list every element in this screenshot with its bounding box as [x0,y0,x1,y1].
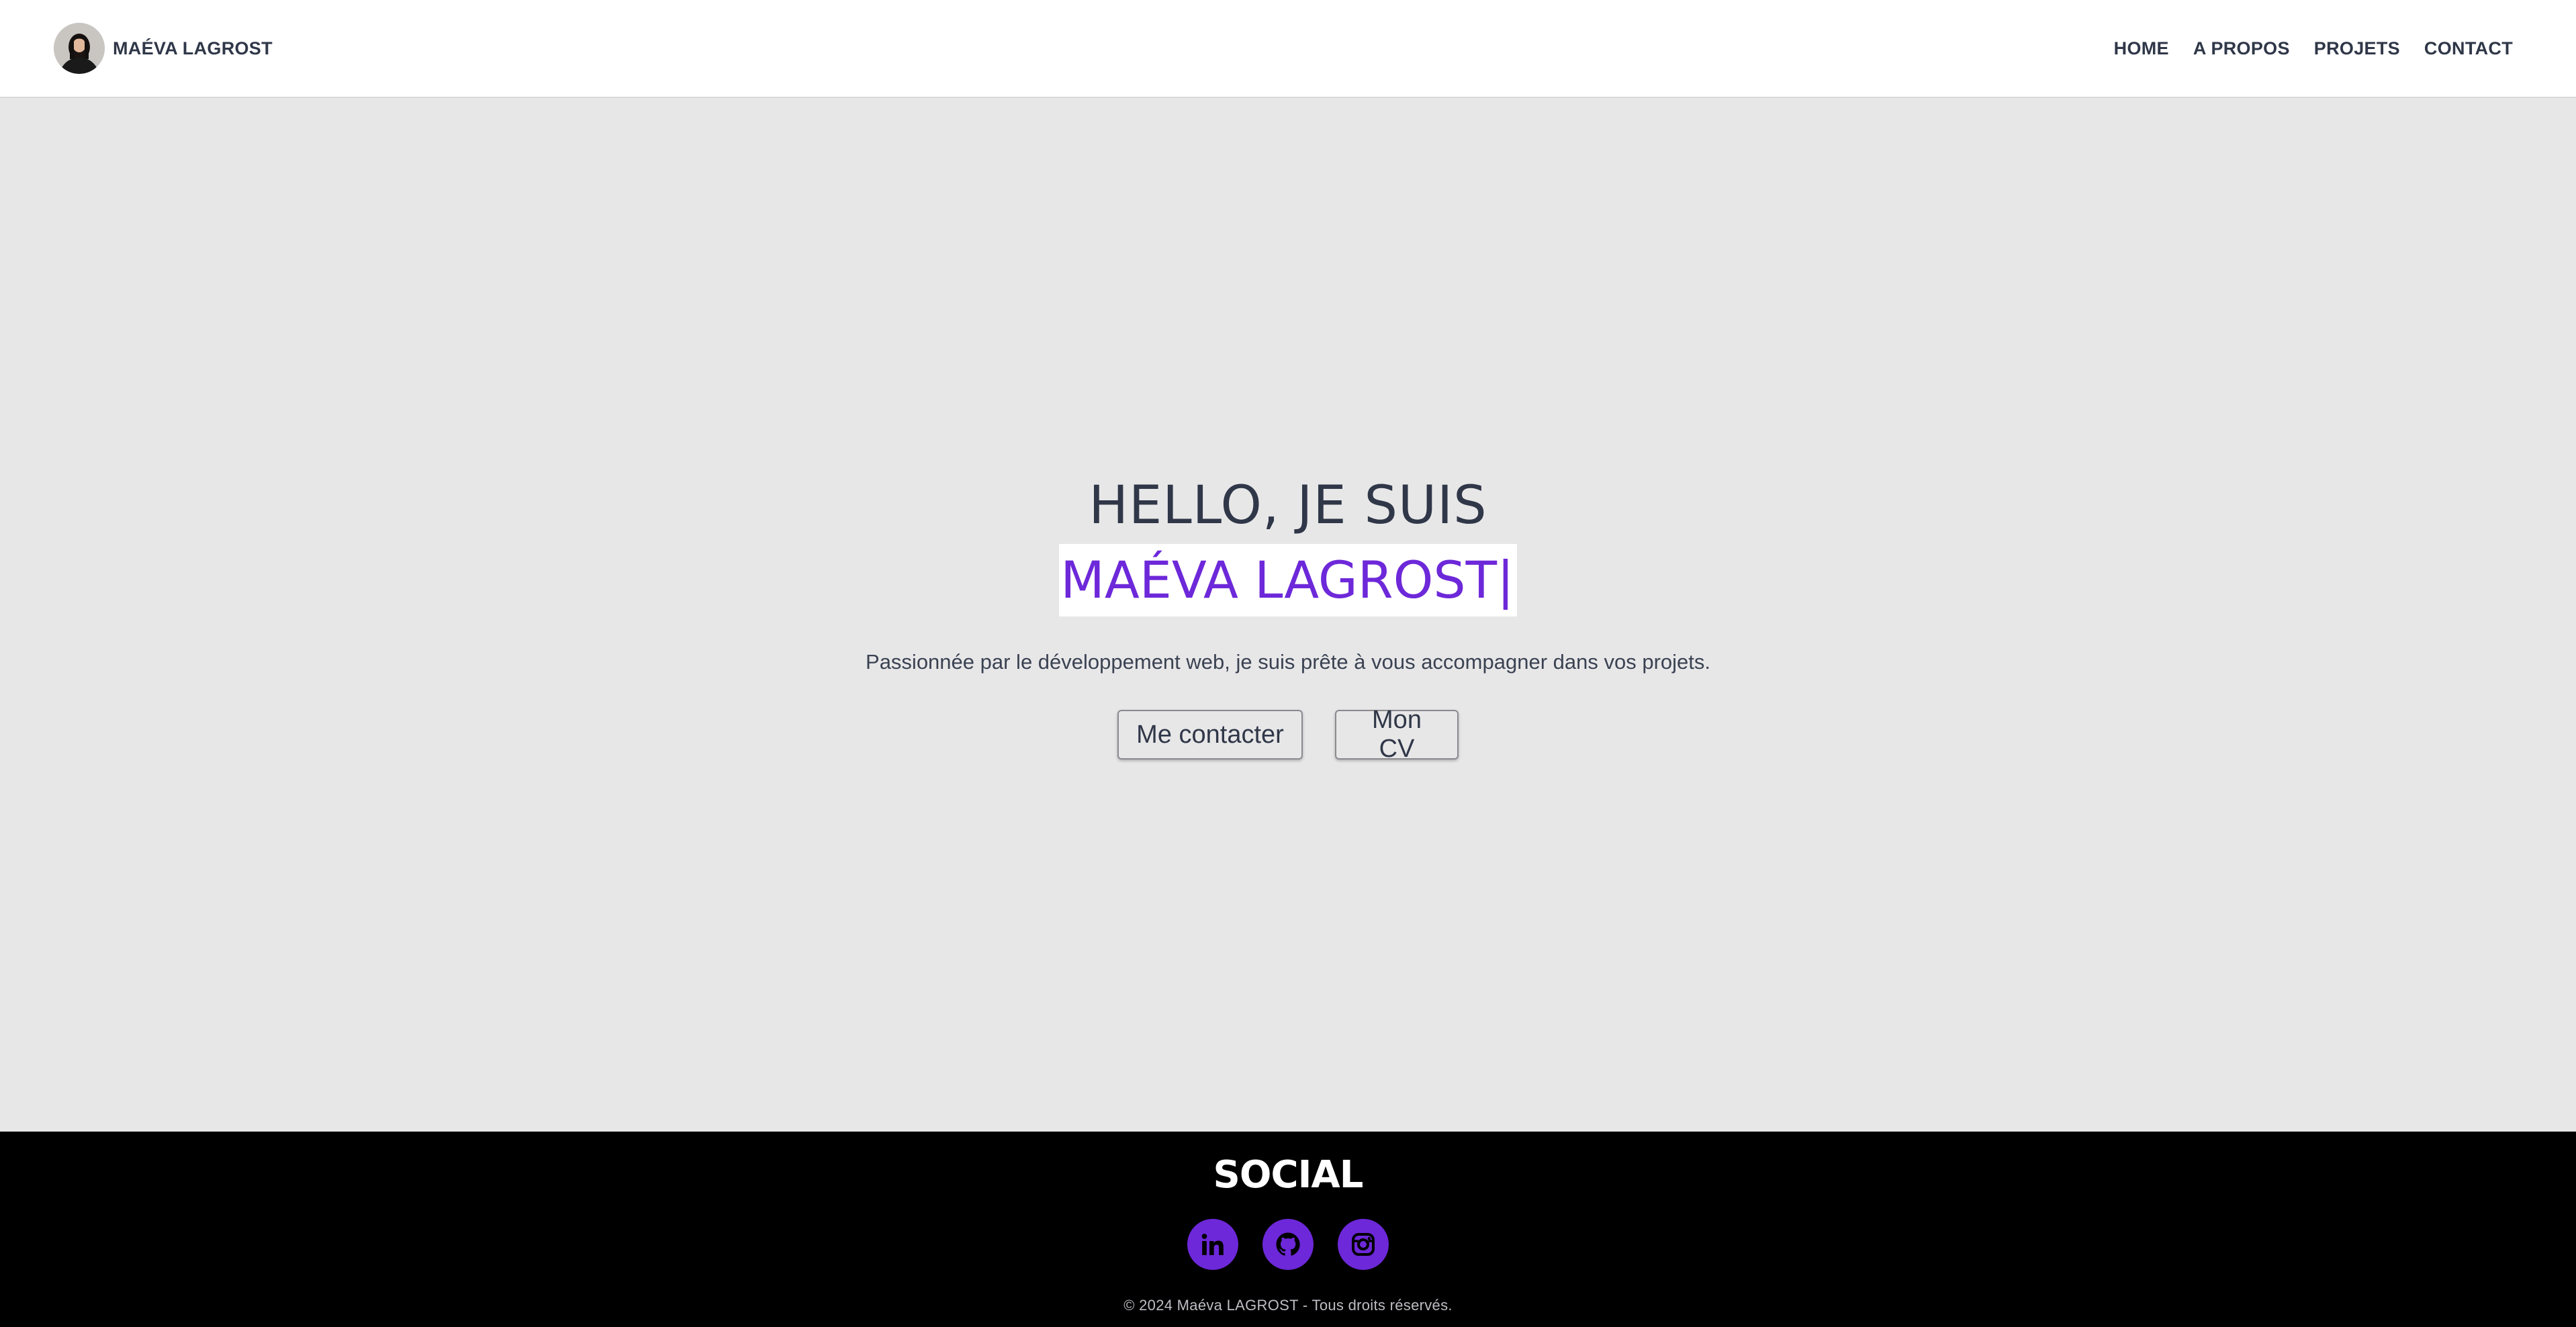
instagram-button[interactable] [1338,1219,1389,1270]
copyright: © 2024 Maéva LAGROST - Tous droits réser… [1123,1297,1453,1314]
hero-name: MAÉVA LAGROST [1060,550,1498,610]
github-icon [1276,1232,1300,1256]
nav-projets[interactable]: PROJETS [2314,38,2400,59]
brand-name: MAÉVA LAGROST [113,38,273,58]
linkedin-button[interactable] [1187,1219,1238,1270]
hero-buttons: Me contacter Mon CV [0,706,2576,763]
nav-a-propos[interactable]: A PROPOS [2193,38,2290,59]
avatar [54,23,105,74]
contact-button[interactable]: Me contacter [1117,710,1303,760]
github-button[interactable] [1262,1219,1314,1270]
instagram-icon [1352,1233,1375,1256]
nav-home[interactable]: HOME [2114,38,2169,59]
linkedin-icon [1201,1234,1224,1255]
site-header: MAÉVA LAGROST HOME A PROPOS PROJETS CONT… [0,0,2576,98]
nav-contact[interactable]: CONTACT [2424,38,2513,59]
hero-description: Passionnée par le développement web, je … [866,650,1710,674]
site-footer: SOCIAL © 2024 Maéva LAGROST - Tous droit… [0,1132,2576,1327]
cv-button[interactable]: Mon CV [1335,706,1459,763]
hero-name-highlight: MAÉVA LAGROST| [1059,544,1517,616]
hero-greeting: HELLO, JE SUIS [1089,475,1487,536]
social-icons [0,1219,2576,1270]
brand[interactable]: MAÉVA LAGROST [54,23,273,74]
hero-name-wrap: MAÉVA LAGROST| [0,544,2576,616]
avatar-image [54,23,105,74]
hero-section: HELLO, JE SUIS MAÉVA LAGROST| Passionnée… [0,99,2576,1132]
typing-cursor: | [1497,550,1514,610]
social-title: SOCIAL [1213,1153,1364,1197]
main-nav: HOME A PROPOS PROJETS CONTACT [2114,38,2513,59]
